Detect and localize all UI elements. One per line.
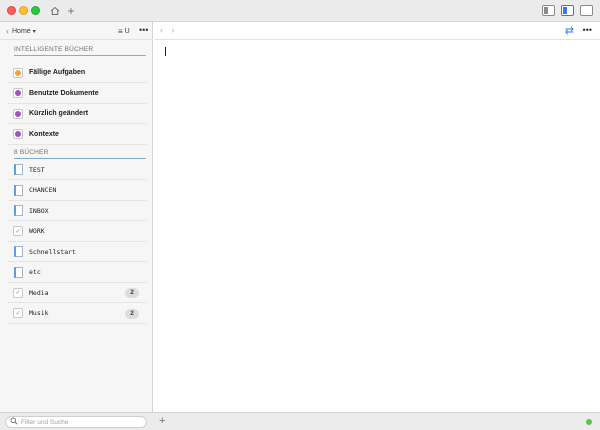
book-icon (13, 164, 23, 175)
sidebar: ‹ Home ▾ ≡ U ••• INTELLIGENTE BÜCHER Fäl… (0, 22, 153, 412)
smart-book-icon (13, 88, 23, 98)
filter-search-input[interactable] (21, 418, 131, 426)
count-badge: 2 (125, 288, 139, 298)
smart-book-label: Fällige Aufgaben (29, 69, 86, 76)
smart-book-icon (13, 129, 23, 139)
sync-icon[interactable]: ⇄ (565, 24, 574, 37)
smart-book-item[interactable]: Fällige Aufgaben (8, 63, 147, 83)
layout-editor-icon[interactable] (580, 5, 593, 16)
check-icon: ✓ (13, 226, 23, 236)
books-heading: 8 BÜCHER (14, 147, 146, 159)
book-label: etc (29, 268, 41, 276)
smart-book-item[interactable]: Kürzlich geändert (8, 104, 147, 124)
editor-toolbar: ‹ › ⇄ ••• (154, 22, 600, 40)
sort-icon: ≡ (118, 26, 123, 36)
close-window-button[interactable] (7, 6, 16, 15)
smart-book-item[interactable]: Kontexte (8, 125, 147, 145)
chevron-down-icon: ▾ (32, 28, 36, 35)
book-item[interactable]: CHANCEN (8, 181, 147, 201)
history-arrows-icon[interactable]: ‹ › (160, 25, 178, 35)
sort-label: U (124, 27, 130, 35)
check-icon: ✓ (13, 308, 23, 318)
book-item[interactable]: INBOX (8, 201, 147, 221)
search-icon (10, 417, 18, 427)
title-bar: + (0, 0, 600, 22)
smart-book-icon (13, 67, 23, 78)
check-icon: ✓ (13, 287, 23, 298)
add-icon[interactable]: + (159, 415, 165, 427)
book-label: CHANCEN (29, 186, 57, 194)
book-label: Musik (29, 309, 49, 317)
home-navigation[interactable]: ‹ Home ▾ (6, 26, 36, 36)
minimize-window-button[interactable] (19, 6, 28, 15)
chevron-left-icon: ‹ (6, 26, 9, 36)
smart-book-icon (13, 108, 23, 119)
sync-status-indicator (586, 419, 592, 425)
book-label: Media (29, 288, 49, 297)
smart-book-item[interactable]: Benutzte Dokumente (8, 84, 147, 104)
editor-area[interactable] (154, 40, 600, 412)
bottom-bar: + (0, 412, 600, 430)
sort-button[interactable]: ≡ U (118, 26, 130, 36)
filter-search-field[interactable] (5, 416, 147, 428)
book-item[interactable]: ✓ WORK (8, 222, 147, 242)
count-badge: 2 (125, 308, 139, 319)
book-item[interactable]: TEST (8, 160, 147, 180)
smart-book-label: Kürzlich geändert (29, 110, 89, 117)
layout-split-icon[interactable] (561, 5, 574, 16)
book-label: TEST (29, 165, 45, 174)
zoom-window-button[interactable] (31, 6, 40, 15)
new-tab-icon[interactable]: + (64, 4, 78, 18)
book-icon (13, 246, 23, 257)
smart-book-label: Kontexte (29, 130, 59, 138)
book-icon (13, 184, 23, 196)
book-item[interactable]: etc (8, 263, 147, 283)
book-label: Schnellstart (29, 247, 76, 256)
book-label: INBOX (29, 206, 49, 215)
sidebar-more-icon[interactable]: ••• (139, 25, 148, 35)
book-icon (13, 266, 23, 278)
home-label: Home (12, 27, 31, 35)
smart-books-heading: INTELLIGENTE BÜCHER (14, 44, 146, 56)
book-item[interactable]: ✓ Musik 2 (8, 304, 147, 324)
sidebar-toolbar: ‹ Home ▾ ≡ U ••• (0, 22, 153, 40)
text-caret (165, 47, 166, 56)
home-icon[interactable] (48, 4, 62, 18)
layout-sidebar-icon[interactable] (542, 5, 555, 16)
book-label: WORK (29, 227, 45, 235)
book-icon (13, 205, 23, 216)
smart-book-label: Benutzte Dokumente (29, 89, 99, 97)
book-item[interactable]: Schnellstart (8, 242, 147, 262)
editor-more-icon[interactable]: ••• (583, 25, 592, 35)
book-item[interactable]: ✓ Media 2 (8, 283, 147, 303)
